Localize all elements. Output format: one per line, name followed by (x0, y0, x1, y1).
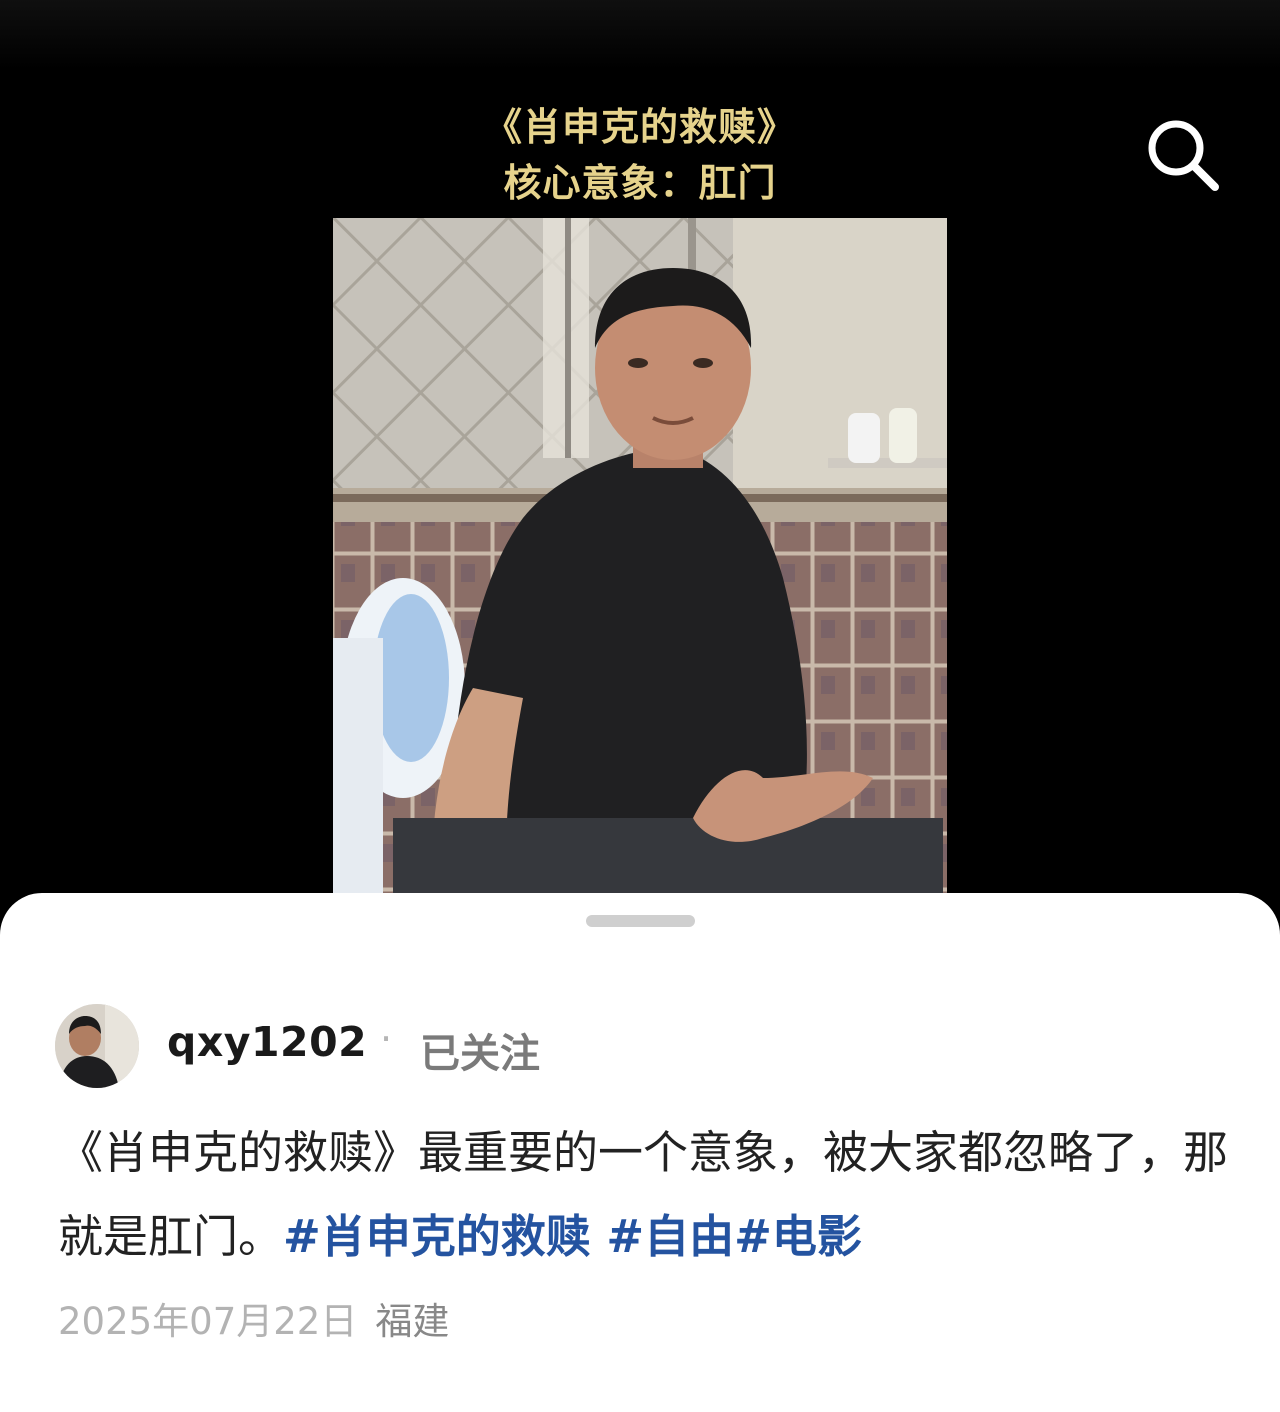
drag-handle[interactable] (586, 915, 695, 927)
video-area[interactable]: 《肖申克的救赎》 核心意象：肛门 (0, 0, 1280, 930)
video-still-image (333, 218, 947, 894)
screen: 《肖申克的救赎》 核心意象：肛门 qxy1202 · 已关注 《肖申克的救赎》最… (0, 0, 1280, 1412)
search-button[interactable] (1140, 112, 1226, 198)
avatar-image (55, 1004, 139, 1088)
video-title: 《肖申克的救赎》 (483, 105, 796, 149)
hashtag-freedom[interactable]: #自由 (606, 1210, 734, 1263)
author-username[interactable]: qxy1202 (167, 1018, 367, 1066)
video-frame[interactable] (333, 218, 947, 894)
search-icon (1148, 120, 1219, 191)
post-meta: 2025年07月22日 福建 (58, 1291, 449, 1345)
post-location: 福建 (375, 1300, 450, 1343)
post-content: 《肖申克的救赎》最重要的一个意象，被大家都忽略了，那就是肛门。#肖申克的救赎 #… (58, 1111, 1228, 1279)
avatar[interactable] (55, 1004, 139, 1088)
hashtag-movie[interactable]: #电影 (734, 1210, 862, 1263)
post-detail-sheet: qxy1202 · 已关注 《肖申克的救赎》最重要的一个意象，被大家都忽略了，那… (0, 893, 1280, 1412)
post-date: 2025年07月22日 (58, 1300, 358, 1343)
video-subtitle: 核心意象：肛门 (503, 161, 777, 205)
status-bar-area (0, 0, 1280, 70)
follow-status-button[interactable]: 已关注 (420, 1021, 540, 1079)
separator-dot: · (380, 1017, 393, 1061)
hashtag-shawshank[interactable]: #肖申克的救赎 (283, 1210, 606, 1263)
